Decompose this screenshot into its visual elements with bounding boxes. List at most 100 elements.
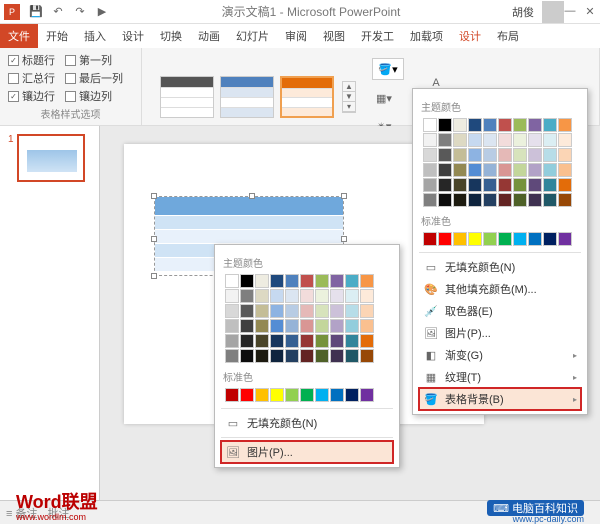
redo-button[interactable]: ↷: [72, 4, 88, 20]
color-swatch[interactable]: [270, 388, 284, 402]
color-swatch[interactable]: [498, 133, 512, 147]
color-swatch[interactable]: [270, 304, 284, 318]
color-swatch[interactable]: [423, 148, 437, 162]
color-swatch[interactable]: [513, 178, 527, 192]
color-swatch[interactable]: [453, 118, 467, 132]
color-swatch[interactable]: [453, 178, 467, 192]
color-swatch[interactable]: [225, 349, 239, 363]
color-swatch[interactable]: [543, 133, 557, 147]
color-swatch[interactable]: [345, 304, 359, 318]
color-swatch[interactable]: [468, 193, 482, 207]
save-button[interactable]: 💾: [28, 4, 44, 20]
color-swatch[interactable]: [360, 274, 374, 288]
color-swatch[interactable]: [255, 319, 269, 333]
color-swatch[interactable]: [528, 148, 542, 162]
color-swatch[interactable]: [513, 193, 527, 207]
color-swatch[interactable]: [330, 289, 344, 303]
color-swatch[interactable]: [513, 118, 527, 132]
color-swatch[interactable]: [528, 163, 542, 177]
color-swatch[interactable]: [513, 148, 527, 162]
color-swatch[interactable]: [270, 274, 284, 288]
color-swatch[interactable]: [483, 148, 497, 162]
color-swatch[interactable]: [255, 289, 269, 303]
color-swatch[interactable]: [543, 148, 557, 162]
color-swatch[interactable]: [543, 193, 557, 207]
color-swatch[interactable]: [315, 304, 329, 318]
color-swatch[interactable]: [255, 334, 269, 348]
color-swatch[interactable]: [330, 334, 344, 348]
last-col-checkbox[interactable]: 最后一列: [65, 70, 123, 86]
color-swatch[interactable]: [240, 349, 254, 363]
tab-developer[interactable]: 开发工: [353, 24, 402, 48]
table-style-3[interactable]: [280, 76, 334, 118]
tab-view[interactable]: 视图: [315, 24, 353, 48]
color-swatch[interactable]: [270, 334, 284, 348]
gradient-item[interactable]: ◧渐变(G)▸: [419, 344, 581, 366]
color-swatch[interactable]: [225, 289, 239, 303]
color-swatch[interactable]: [498, 148, 512, 162]
color-swatch[interactable]: [528, 178, 542, 192]
more-colors-item[interactable]: 🎨其他填充颜色(M)...: [419, 278, 581, 300]
color-swatch[interactable]: [300, 274, 314, 288]
color-swatch[interactable]: [558, 232, 572, 246]
color-swatch[interactable]: [315, 319, 329, 333]
color-swatch[interactable]: [528, 232, 542, 246]
color-swatch[interactable]: [453, 133, 467, 147]
color-swatch[interactable]: [240, 304, 254, 318]
color-swatch[interactable]: [360, 349, 374, 363]
gallery-down-icon[interactable]: ▼: [343, 92, 355, 102]
color-swatch[interactable]: [270, 349, 284, 363]
color-swatch[interactable]: [345, 319, 359, 333]
color-swatch[interactable]: [240, 388, 254, 402]
color-swatch[interactable]: [423, 178, 437, 192]
color-swatch[interactable]: [300, 319, 314, 333]
color-swatch[interactable]: [498, 178, 512, 192]
color-swatch[interactable]: [453, 163, 467, 177]
color-swatch[interactable]: [558, 148, 572, 162]
gallery-up-icon[interactable]: ▲: [343, 82, 355, 92]
eyedropper-item[interactable]: 💉取色器(E): [419, 300, 581, 322]
tab-file[interactable]: 文件: [0, 24, 38, 48]
color-swatch[interactable]: [543, 232, 557, 246]
color-swatch[interactable]: [483, 193, 497, 207]
color-swatch[interactable]: [255, 349, 269, 363]
color-swatch[interactable]: [543, 163, 557, 177]
color-swatch[interactable]: [285, 289, 299, 303]
color-swatch[interactable]: [240, 289, 254, 303]
color-swatch[interactable]: [360, 304, 374, 318]
tab-addin[interactable]: 加载项: [402, 24, 451, 48]
shading-button[interactable]: 🪣▾: [372, 58, 404, 80]
color-swatch[interactable]: [438, 163, 452, 177]
color-swatch[interactable]: [300, 304, 314, 318]
color-swatch[interactable]: [225, 334, 239, 348]
color-swatch[interactable]: [558, 118, 572, 132]
table-background-item[interactable]: 🪣表格背景(B)▸: [419, 388, 581, 410]
color-swatch[interactable]: [330, 319, 344, 333]
header-row-checkbox[interactable]: ✓标题行: [8, 52, 55, 68]
color-swatch[interactable]: [513, 163, 527, 177]
color-swatch[interactable]: [423, 133, 437, 147]
color-swatch[interactable]: [498, 232, 512, 246]
tab-home[interactable]: 开始: [38, 24, 76, 48]
color-swatch[interactable]: [240, 319, 254, 333]
color-swatch[interactable]: [300, 349, 314, 363]
color-swatch[interactable]: [225, 388, 239, 402]
color-swatch[interactable]: [498, 163, 512, 177]
color-swatch[interactable]: [468, 133, 482, 147]
color-swatch[interactable]: [558, 193, 572, 207]
color-swatch[interactable]: [330, 349, 344, 363]
color-swatch[interactable]: [255, 274, 269, 288]
color-swatch[interactable]: [438, 193, 452, 207]
color-swatch[interactable]: [225, 304, 239, 318]
picture-item-sub[interactable]: 🖼图片(P)...: [221, 441, 393, 463]
tab-insert[interactable]: 插入: [76, 24, 114, 48]
color-swatch[interactable]: [438, 178, 452, 192]
tab-table-design[interactable]: 设计: [451, 24, 489, 48]
table-style-2[interactable]: [220, 76, 274, 118]
tab-slideshow[interactable]: 幻灯片: [228, 24, 277, 48]
color-swatch[interactable]: [360, 334, 374, 348]
color-swatch[interactable]: [483, 133, 497, 147]
color-swatch[interactable]: [483, 118, 497, 132]
color-swatch[interactable]: [558, 133, 572, 147]
color-swatch[interactable]: [285, 274, 299, 288]
